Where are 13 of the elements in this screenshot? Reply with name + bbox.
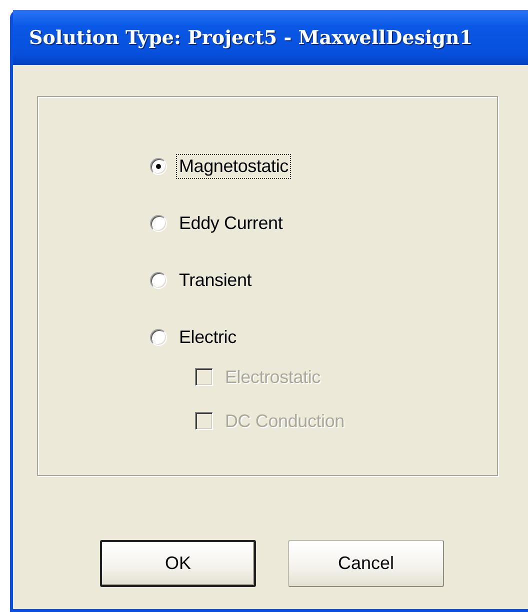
- radio-button[interactable]: [150, 272, 167, 289]
- radio-label: Eddy Current: [178, 212, 284, 235]
- checkbox-label: Electrostatic: [224, 366, 322, 388]
- checkbox-label: DC Conduction: [224, 410, 346, 432]
- window-title: Solution Type: Project5 - MaxwellDesign1: [29, 26, 473, 48]
- radio-label: Transient: [178, 269, 253, 292]
- cancel-button[interactable]: Cancel: [288, 540, 444, 587]
- ok-button[interactable]: OK: [100, 540, 256, 587]
- radio-button[interactable]: [150, 158, 167, 175]
- radio-label: Electric: [178, 326, 238, 349]
- radio-label: Magnetostatic: [176, 154, 292, 179]
- radio-button[interactable]: [150, 215, 167, 232]
- radio-button[interactable]: [150, 329, 167, 346]
